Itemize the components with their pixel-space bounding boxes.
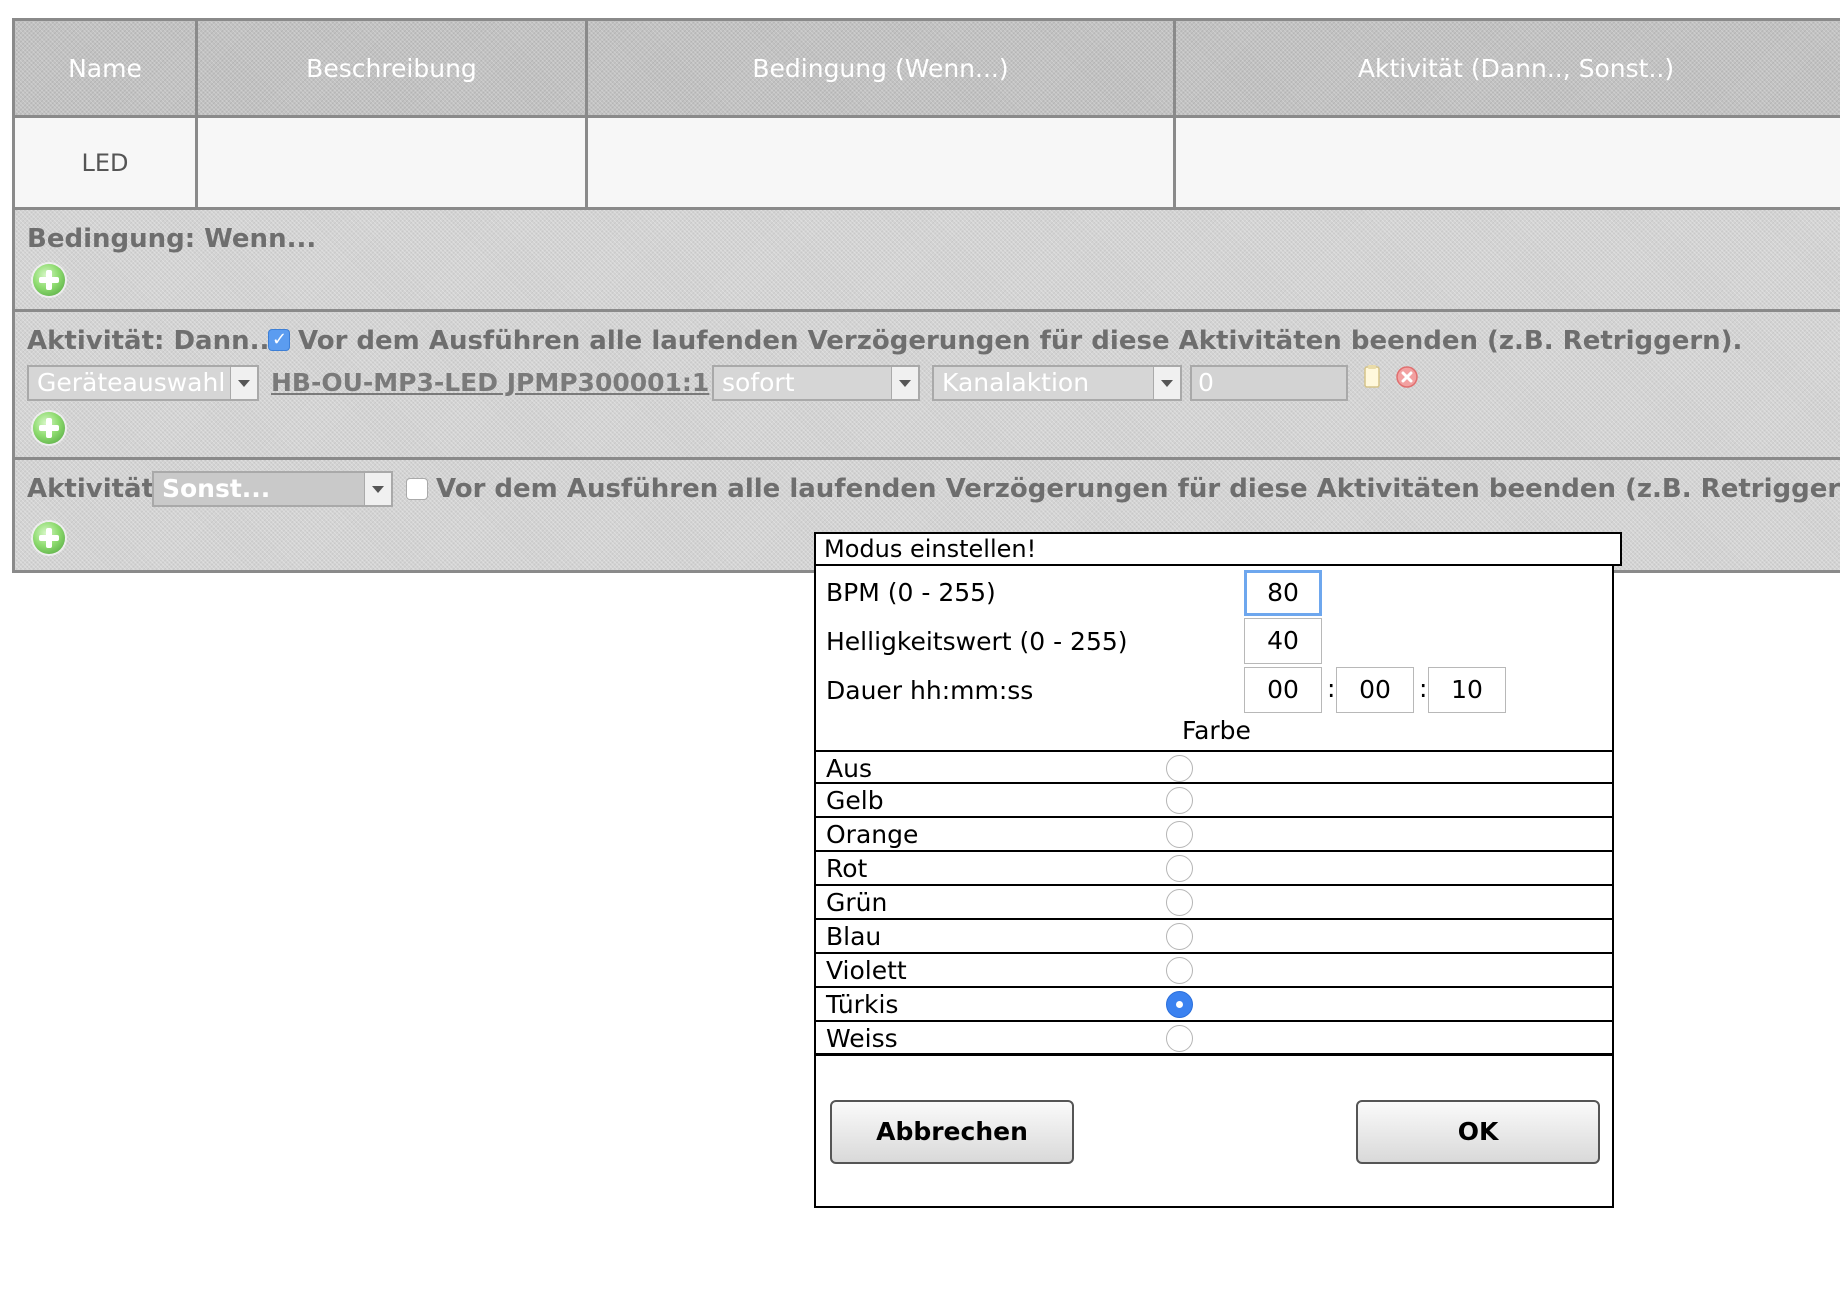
color-option-row[interactable]: Aus — [816, 750, 1612, 784]
color-radio[interactable] — [1166, 889, 1193, 916]
device-select-value: Geräteauswahl — [37, 368, 226, 397]
color-radio[interactable] — [1166, 991, 1193, 1018]
device-link[interactable]: HB-OU-MP3-LED JPMP300001:1 — [271, 368, 709, 397]
duration-hours-input[interactable]: 00 — [1244, 667, 1322, 713]
color-option-row[interactable]: Weiss — [816, 1022, 1612, 1056]
color-option-row[interactable]: Rot — [816, 852, 1612, 886]
color-option-row[interactable]: Türkis — [816, 988, 1612, 1022]
header-activity: Aktivität (Dann.., Sonst..) — [1357, 53, 1675, 83]
color-option-label: Rot — [826, 854, 868, 883]
else-section-title: Aktivität: — [27, 474, 165, 504]
else-mode-select-value: Sonst... — [162, 474, 271, 503]
program-table: Name Beschreibung Bedingung (Wenn...) Ak… — [12, 18, 1840, 573]
duration-seconds-input[interactable]: 10 — [1428, 667, 1506, 713]
clipboard-icon[interactable] — [1363, 364, 1381, 390]
table-row: LED — [15, 115, 1840, 210]
color-option-label: Blau — [826, 922, 882, 951]
brightness-label: Helligkeitswert (0 - 255) — [826, 627, 1128, 656]
color-option-row[interactable]: Gelb — [816, 784, 1612, 818]
mode-dialog: BPM (0 - 255) 80 Helligkeitswert (0 - 25… — [814, 566, 1614, 1208]
chevron-down-icon — [1153, 367, 1180, 399]
color-radio[interactable] — [1166, 1025, 1193, 1052]
then-section: Aktivität: Dann... Vor dem Ausführen all… — [15, 312, 1840, 460]
chevron-down-icon — [364, 473, 391, 505]
then-retrigger-checkbox[interactable] — [268, 329, 290, 351]
program-condition-cell — [588, 118, 1176, 207]
color-option-row[interactable]: Violett — [816, 954, 1612, 988]
then-retrigger-label: Vor dem Ausführen alle laufenden Verzöge… — [298, 326, 1743, 356]
color-option-row[interactable]: Blau — [816, 920, 1612, 954]
then-section-title: Aktivität: Dann... — [27, 326, 280, 356]
color-radio[interactable] — [1166, 821, 1193, 848]
color-option-label: Türkis — [826, 990, 899, 1019]
color-option-label: Gelb — [826, 786, 884, 815]
dialog-title: Modus einstellen! — [814, 532, 1622, 566]
color-option-row[interactable]: Orange — [816, 818, 1612, 852]
action-select-value: Kanalaktion — [942, 368, 1090, 397]
header-condition: Bedingung (Wenn...) — [588, 21, 1176, 115]
duration-separator: : — [1327, 674, 1336, 703]
header-description: Beschreibung — [198, 21, 588, 115]
timing-select-value: sofort — [722, 368, 795, 397]
color-option-label: Aus — [826, 754, 872, 783]
color-radio[interactable] — [1166, 923, 1193, 950]
color-option-label: Violett — [826, 956, 907, 985]
duration-label: Dauer hh:mm:ss — [826, 676, 1034, 705]
add-else-activity-icon[interactable] — [33, 522, 65, 554]
color-option-label: Grün — [826, 888, 888, 917]
color-radio[interactable] — [1166, 855, 1193, 882]
bpm-input[interactable]: 80 — [1244, 570, 1322, 616]
else-retrigger-label: Vor dem Ausführen alle laufenden Verzöge… — [436, 474, 1840, 504]
cancel-button[interactable]: Abbrechen — [830, 1100, 1074, 1164]
color-radio[interactable] — [1166, 787, 1193, 814]
delete-icon[interactable] — [1394, 364, 1420, 390]
color-option-row[interactable]: Grün — [816, 886, 1612, 920]
duration-minutes-input[interactable]: 00 — [1336, 667, 1414, 713]
device-select[interactable]: Geräteauswahl — [27, 365, 259, 401]
else-retrigger-checkbox[interactable] — [406, 478, 428, 500]
color-option-label: Orange — [826, 820, 919, 849]
chevron-down-icon — [230, 367, 257, 399]
action-value-input[interactable]: 0 — [1190, 365, 1348, 401]
color-option-label: Weiss — [826, 1024, 898, 1053]
ok-button[interactable]: OK — [1356, 1100, 1600, 1164]
add-condition-icon[interactable] — [33, 264, 65, 296]
else-mode-select[interactable]: Sonst... — [152, 471, 393, 507]
program-name-cell[interactable]: LED — [15, 118, 198, 207]
color-radio[interactable] — [1166, 755, 1193, 782]
color-radio[interactable] — [1166, 957, 1193, 984]
condition-section-title: Bedingung: Wenn... — [27, 224, 317, 254]
program-activity-cell — [1176, 118, 1840, 207]
add-then-activity-icon[interactable] — [33, 412, 65, 444]
bpm-label: BPM (0 - 255) — [826, 578, 996, 607]
duration-separator: : — [1419, 674, 1428, 703]
color-heading: Farbe — [1182, 716, 1251, 745]
header-name: Name — [15, 21, 198, 115]
condition-section: Bedingung: Wenn... — [15, 210, 1840, 312]
timing-select[interactable]: sofort — [712, 365, 920, 401]
action-select[interactable]: Kanalaktion — [932, 365, 1182, 401]
brightness-input[interactable]: 40 — [1244, 618, 1322, 664]
chevron-down-icon — [891, 367, 918, 399]
program-description-cell[interactable] — [198, 118, 588, 207]
table-header-row: Name Beschreibung Bedingung (Wenn...) Ak… — [15, 21, 1840, 115]
